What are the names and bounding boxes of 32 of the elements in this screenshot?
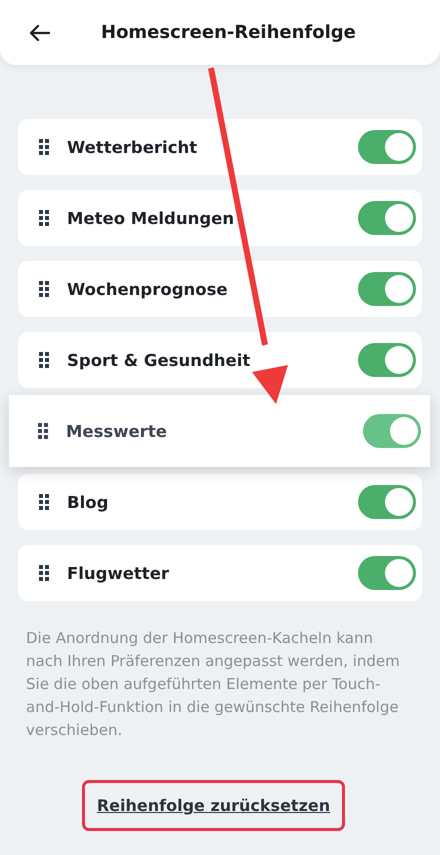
tile-row[interactable]: Wetterbericht [18,119,422,175]
tile-label: Blog [67,492,110,512]
toggle-switch[interactable] [358,556,416,590]
drag-handle-icon[interactable] [38,423,48,439]
tile-row[interactable]: Flugwetter [18,545,422,601]
drag-handle-icon[interactable] [39,565,49,581]
tile-label: Flugwetter [67,564,170,582]
drag-handle-icon[interactable] [39,139,49,155]
back-arrow-icon[interactable] [30,24,50,40]
toggle-switch[interactable] [358,343,416,377]
toggle-switch[interactable] [358,201,416,235]
toggle-switch[interactable] [358,485,416,519]
dragged-tile[interactable]: Messwerte [9,395,430,467]
drag-handle-icon[interactable] [39,281,49,297]
tile-label: Meteo Meldungen [67,208,236,228]
tile-label: Messwerte [66,422,168,440]
drag-handle-icon[interactable] [39,494,49,510]
tile-row[interactable]: Sport & Gesundheit [18,332,422,388]
drag-handle-icon[interactable] [39,210,49,226]
toggle-switch[interactable] [363,414,421,448]
tile-row[interactable]: Wochenprognose [18,261,422,317]
screen-title: Homescreen-Reihenfolge [101,22,356,43]
reset-order-link[interactable]: Reihenfolge zurücksetzen [96,796,330,815]
tile-label: Wochenprognose [67,280,229,298]
toggle-switch[interactable] [358,130,416,164]
toggle-switch[interactable] [358,272,416,306]
tile-row[interactable]: Blog [18,474,422,530]
tile-label: Wetterbericht [67,138,198,156]
tile-label: Sport & Gesundheit [67,350,252,370]
tile-row[interactable]: Meteo Meldungen [18,190,422,246]
description-text: Die Anordnung der Homescreen-Kacheln kann nach Ihren Präferenzen angepasst werden, indem Sie die oben aufgeführten Elemente per Touch-and-Hold-Funktion in die gewünschte Reihenfolge verschieben. [25,628,401,741]
drag-handle-icon[interactable] [39,352,49,368]
